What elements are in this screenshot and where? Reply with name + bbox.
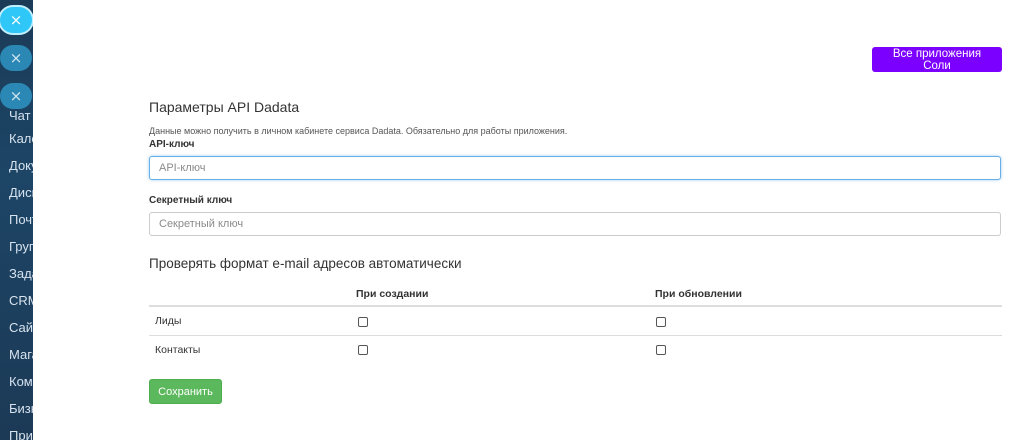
left-sidebar: Чат Кале Доку Диск Почт Груп Зада CRM Са…: [0, 0, 33, 440]
contacts-on-update-checkbox[interactable]: [656, 345, 666, 355]
column-header-on-create: При создании: [356, 288, 429, 300]
row-divider: [149, 335, 1002, 336]
sidebar-item-sites[interactable]: Сайт: [9, 320, 33, 335]
save-button[interactable]: Сохранить: [149, 379, 222, 404]
contacts-on-create-checkbox[interactable]: [358, 345, 368, 355]
sidebar-item-disk[interactable]: Диск: [9, 185, 33, 200]
close-icon[interactable]: ×: [0, 83, 32, 109]
section-title: Параметры API Dadata: [149, 99, 300, 115]
secret-key-label: Секретный ключ: [149, 195, 233, 206]
help-text: Данные можно получить в личном кабинете …: [149, 126, 568, 136]
api-key-label: API-ключ: [149, 139, 195, 150]
sidebar-item-calendar[interactable]: Кале: [9, 131, 33, 146]
column-header-on-update: При обновлении: [655, 288, 742, 300]
sidebar-item-shops[interactable]: Мага: [9, 347, 33, 362]
sidebar-item-documents[interactable]: Доку: [9, 158, 33, 173]
close-glyph: ×: [9, 49, 23, 67]
sidebar-item-apps[interactable]: Прил: [9, 428, 33, 440]
sidebar-item-groups[interactable]: Груп: [9, 239, 33, 254]
sidebar-item-crm[interactable]: CRM: [9, 293, 33, 308]
sidebar-item-tasks[interactable]: Зада: [9, 266, 33, 281]
secret-key-input[interactable]: [149, 212, 1001, 236]
row-label-leads: Лиды: [155, 315, 182, 327]
api-key-input[interactable]: [149, 156, 1001, 180]
header-divider: [149, 305, 1002, 307]
sidebar-item-chat[interactable]: Чат: [9, 108, 31, 123]
leads-on-update-checkbox[interactable]: [656, 317, 666, 327]
row-label-contacts: Контакты: [155, 344, 201, 356]
close-slider-button[interactable]: ×: [0, 7, 32, 33]
app-content: Все приложения Соли Параметры API Dadata…: [33, 0, 1024, 440]
sidebar-item-business[interactable]: Бизн: [9, 401, 33, 416]
all-apps-button[interactable]: Все приложения Соли: [872, 47, 1002, 72]
leads-on-create-checkbox[interactable]: [358, 317, 368, 327]
close-icon[interactable]: ×: [0, 45, 32, 71]
email-check-title: Проверять формат e-mail адресов автомати…: [149, 256, 462, 271]
sidebar-item-mail[interactable]: Почт: [9, 212, 33, 227]
sidebar-item-company[interactable]: Комп: [9, 374, 33, 389]
close-icon: ×: [9, 11, 23, 29]
close-glyph: ×: [9, 87, 23, 105]
